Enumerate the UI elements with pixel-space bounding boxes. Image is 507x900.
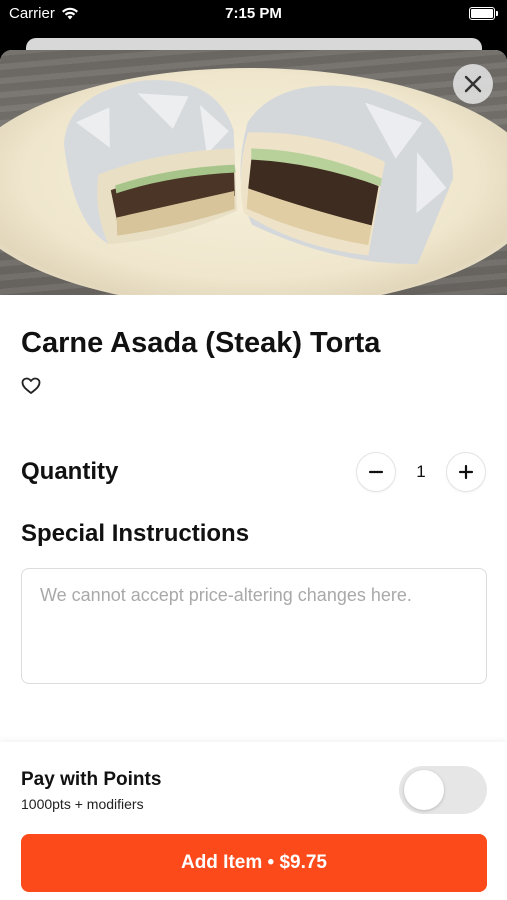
item-title: Carne Asada (Steak) Torta bbox=[21, 327, 381, 359]
add-item-button[interactable]: Add Item • $9.75 bbox=[21, 834, 487, 892]
battery-icon bbox=[469, 7, 498, 20]
close-button[interactable] bbox=[453, 64, 493, 104]
toggle-knob bbox=[404, 770, 444, 810]
heart-icon[interactable] bbox=[21, 376, 41, 396]
status-time: 7:15 PM bbox=[225, 5, 282, 22]
status-bar: Carrier 7:15 PM bbox=[0, 0, 507, 30]
quantity-label: Quantity bbox=[21, 458, 119, 485]
plus-icon bbox=[458, 464, 474, 480]
pay-with-points-toggle[interactable] bbox=[399, 766, 487, 814]
quantity-increment-button[interactable] bbox=[446, 452, 486, 492]
pay-with-points-subtitle: 1000pts + modifiers bbox=[21, 796, 144, 812]
minus-icon bbox=[368, 470, 384, 474]
pay-with-points-label: Pay with Points bbox=[21, 769, 162, 790]
special-instructions-input[interactable] bbox=[21, 568, 487, 684]
food-photo bbox=[0, 50, 507, 295]
item-detail-sheet: Carne Asada (Steak) Torta Quantity 1 Spe… bbox=[0, 50, 507, 900]
quantity-value: 1 bbox=[416, 462, 426, 481]
close-icon bbox=[464, 75, 482, 93]
quantity-decrement-button[interactable] bbox=[356, 452, 396, 492]
special-instructions-label: Special Instructions bbox=[21, 520, 250, 547]
torta-right-half-image bbox=[240, 85, 453, 265]
bottom-action-bar: Pay with Points 1000pts + modifiers Add … bbox=[0, 742, 507, 900]
